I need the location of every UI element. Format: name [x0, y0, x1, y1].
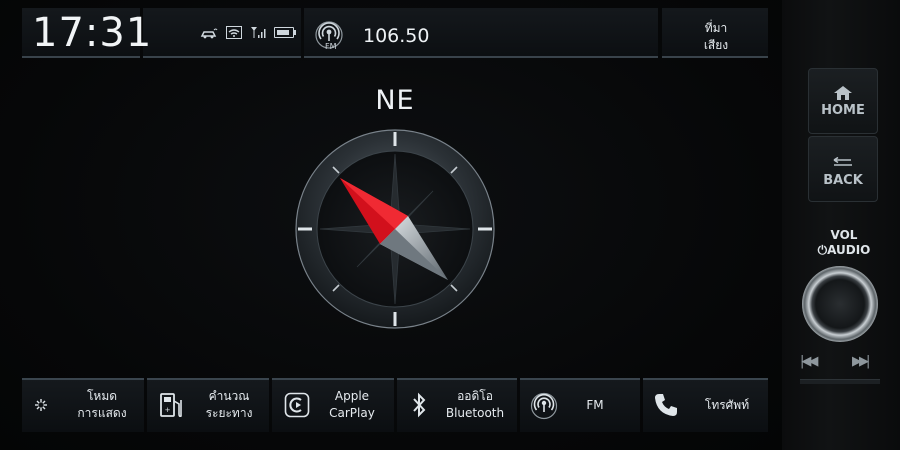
radio-band-label: FM — [325, 42, 337, 51]
infotainment-screen: 17:31 FM 106.50 ที่มา เสียง NE โหมด การแ… — [0, 0, 782, 450]
fuel-pump-icon: + — [160, 393, 182, 418]
power-icon: ⏻ — [817, 243, 828, 257]
radio-frequency: 106.50 — [363, 25, 430, 47]
back-arrow-icon — [833, 156, 852, 166]
seek-forward-icon[interactable]: ▶▶| — [852, 354, 870, 369]
status-bar: 17:31 FM 106.50 ที่มา เสียง — [0, 0, 782, 58]
clock: 17:31 — [32, 10, 153, 56]
home-button[interactable]: HOME — [808, 68, 878, 134]
fm-label: FM — [586, 398, 604, 412]
bottom-shortcut-bar: โหมด การแสดง + คำนวณ ระยะทาง Apple CarPl… — [22, 378, 768, 432]
audio-power-label: ⏻AUDIO — [804, 243, 884, 258]
bluetooth-line1: ออดิโอ — [457, 389, 493, 403]
svg-text:+: + — [165, 406, 171, 414]
volume-audio-label: VOL ⏻AUDIO — [804, 228, 884, 258]
display-mode-button[interactable]: โหมด การแสดง — [22, 378, 144, 432]
home-label: HOME — [821, 103, 865, 118]
car-connect-icon — [200, 28, 218, 38]
volume-knob[interactable] — [802, 266, 878, 342]
apple-carplay-button[interactable]: Apple CarPlay — [272, 378, 394, 432]
tick-east — [478, 227, 492, 231]
bluetooth-icon — [413, 392, 426, 418]
phone-button[interactable]: โทรศัพท์ — [643, 378, 768, 432]
audio-source-line1: ที่มา — [704, 21, 728, 35]
fm-button[interactable]: FM — [520, 378, 640, 432]
wifi-icon — [226, 26, 242, 39]
radio-icon — [530, 392, 558, 420]
signal-icon — [251, 27, 266, 38]
seek-rocker[interactable] — [800, 379, 880, 384]
carplay-line2: CarPlay — [329, 406, 375, 420]
tick-west — [298, 227, 312, 231]
home-icon — [834, 86, 852, 100]
status-icons — [200, 26, 296, 39]
display-mode-line1: โหมด — [86, 389, 118, 403]
trip-calculator-line1: คำนวณ — [208, 389, 250, 403]
audio-source-button[interactable]: ที่มา เสียง — [690, 20, 742, 54]
compass — [295, 129, 495, 329]
display-mode-line2: การแสดง — [77, 406, 127, 420]
seek-back-icon[interactable]: |◀◀ — [800, 354, 818, 369]
back-button[interactable]: BACK — [808, 136, 878, 202]
tick-north — [393, 132, 397, 146]
bluetooth-audio-button[interactable]: ออดิโอ Bluetooth — [397, 378, 517, 432]
audio-source-line2: เสียง — [703, 38, 729, 52]
trip-calculator-button[interactable]: + คำนวณ ระยะทาง — [147, 378, 269, 432]
back-label: BACK — [823, 173, 863, 188]
day-night-icon — [35, 399, 56, 411]
trip-calculator-line2: ระยะทาง — [205, 406, 253, 420]
bluetooth-line2: Bluetooth — [445, 406, 505, 420]
compass-heading: NE — [375, 85, 415, 116]
phone-icon — [655, 394, 677, 416]
audio-label: AUDIO — [827, 243, 871, 257]
tick-south — [393, 312, 397, 326]
carplay-icon — [284, 392, 310, 418]
battery-icon — [274, 27, 296, 38]
vol-label: VOL — [830, 228, 858, 242]
phone-label: โทรศัพท์ — [704, 398, 750, 412]
carplay-line1: Apple — [334, 389, 370, 403]
now-playing-segment[interactable] — [304, 8, 658, 58]
